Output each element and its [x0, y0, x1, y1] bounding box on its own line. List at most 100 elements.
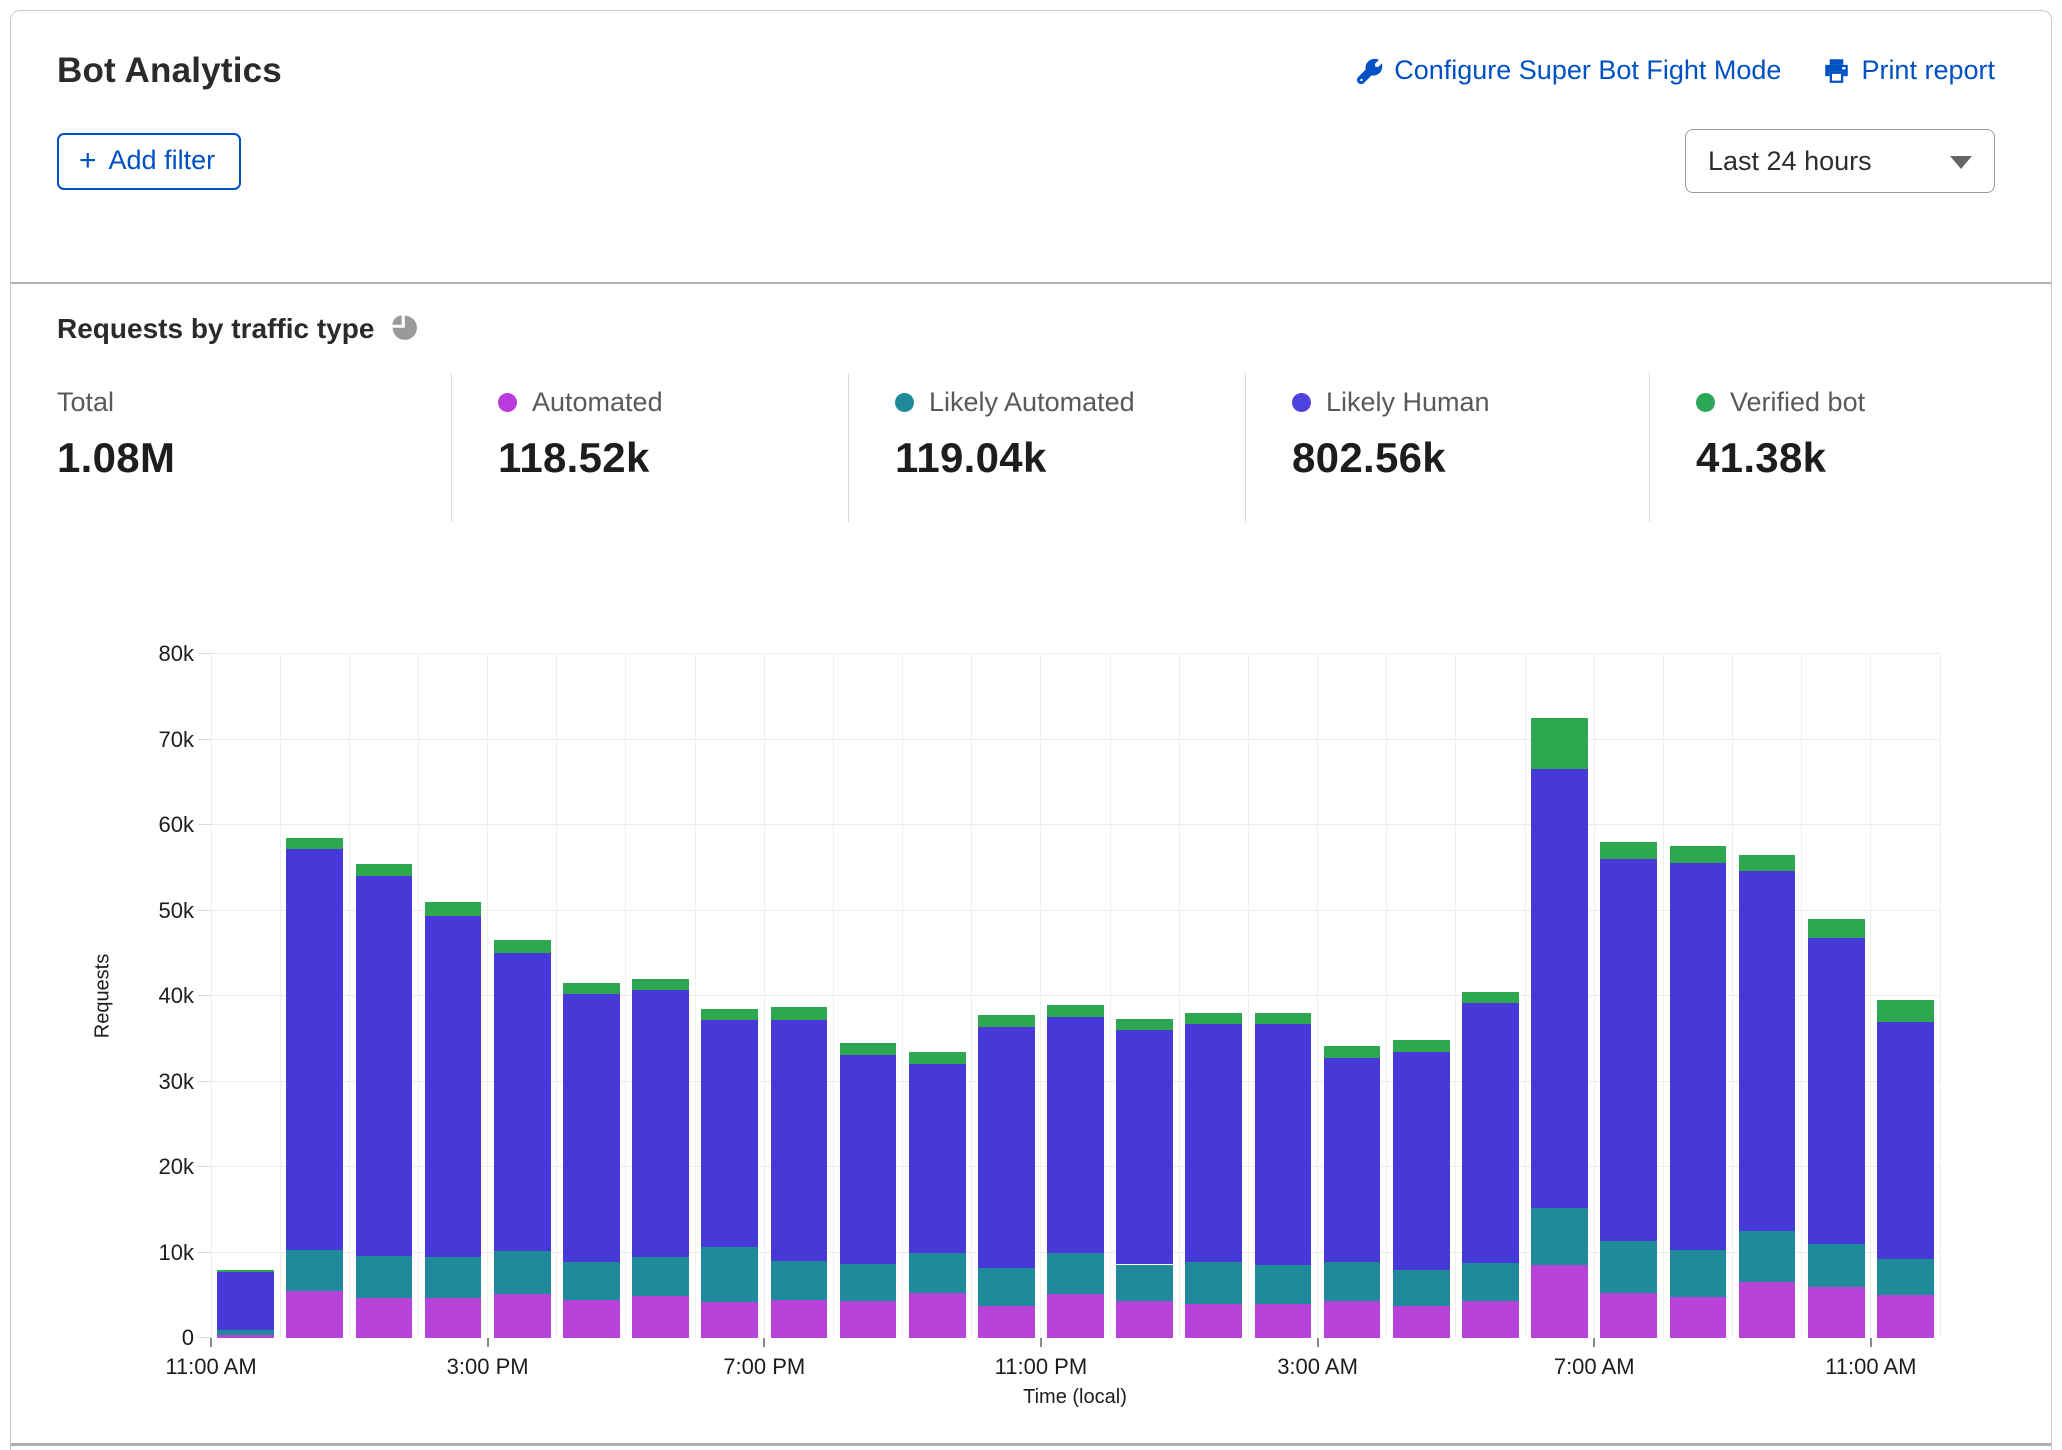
add-filter-button[interactable]: + Add filter [57, 133, 241, 190]
bar-segment-likely-automated [909, 1253, 966, 1293]
vertical-gridline [625, 654, 626, 1338]
bar-segment-likely-automated [425, 1257, 482, 1298]
bar-segment-likely-automated [1047, 1253, 1104, 1295]
bar-segment-automated [1877, 1295, 1934, 1338]
vertical-gridline [1594, 654, 1595, 1338]
bar-segment-verified-bot [494, 940, 551, 953]
bar-segment-automated [1047, 1294, 1104, 1338]
x-tick-mark [1040, 1338, 1042, 1347]
bar-segment-likely-automated [1462, 1263, 1519, 1301]
bar-segment-automated [771, 1300, 828, 1338]
bar-segment-likely-human [425, 916, 482, 1257]
filter-row: + Add filter Last 24 hours [57, 129, 1995, 193]
bar-segment-verified-bot [1531, 718, 1588, 769]
x-tick-label: 11:00 AM [1825, 1354, 1916, 1380]
bar-segment-verified-bot [840, 1043, 897, 1055]
bar-segment-verified-bot [217, 1270, 274, 1273]
bar-segment-likely-automated [1116, 1265, 1173, 1302]
bar-segment-likely-automated [632, 1257, 689, 1296]
bar-segment-automated [1808, 1287, 1865, 1338]
bar-segment-automated [1462, 1301, 1519, 1338]
bar-segment-verified-bot [1047, 1005, 1104, 1018]
likely-human-legend-dot [1292, 393, 1311, 412]
y-tick-mark [198, 1252, 211, 1253]
header-divider [11, 282, 2051, 284]
vertical-gridline [349, 654, 350, 1338]
bar-segment-likely-human [632, 990, 689, 1257]
bar-segment-automated [1670, 1297, 1727, 1338]
vertical-gridline [418, 654, 419, 1338]
bar-segment-verified-bot [286, 838, 343, 849]
stat-total: Total 1.08M [57, 373, 451, 522]
bar-segment-verified-bot [978, 1015, 1035, 1027]
stat-likely-automated: Likely Automated 119.04k [848, 373, 1245, 522]
configure-super-bot-fight-mode-link[interactable]: Configure Super Bot Fight Mode [1357, 55, 1781, 86]
bar-segment-likely-automated [1531, 1208, 1588, 1265]
y-tick-label: 0 [182, 1325, 194, 1351]
vertical-gridline [833, 654, 834, 1338]
bar-segment-likely-human [286, 849, 343, 1250]
pie-chart-icon [388, 311, 419, 347]
bot-analytics-card: Bot Analytics Configure Super Bot Fight … [10, 10, 2052, 1450]
bar-segment-likely-human [1324, 1058, 1381, 1262]
bar-segment-likely-automated [563, 1262, 620, 1300]
y-tick-mark [198, 995, 211, 996]
bar-segment-likely-automated [1808, 1244, 1865, 1287]
bar-segment-verified-bot [1393, 1040, 1450, 1052]
vertical-gridline [695, 654, 696, 1338]
bar-segment-verified-bot [563, 983, 620, 994]
bar-segment-automated [1393, 1306, 1450, 1338]
y-tick-label: 70k [159, 727, 194, 753]
bar-segment-verified-bot [909, 1052, 966, 1064]
bar-segment-automated [1531, 1265, 1588, 1338]
bar-segment-verified-bot [1670, 846, 1727, 863]
y-tick-mark [198, 739, 211, 740]
bar-segment-likely-human [563, 994, 620, 1262]
y-tick-mark [198, 1166, 211, 1167]
bar-segment-automated [563, 1300, 620, 1338]
time-range-select[interactable]: Last 24 hours [1685, 129, 1995, 193]
bar-segment-verified-bot [701, 1009, 758, 1020]
bar-segment-verified-bot [1255, 1013, 1312, 1024]
requests-by-traffic-type-chart: 010k20k30k40k50k60k70k80k11:00 AM3:00 PM… [211, 654, 1940, 1338]
bar-segment-likely-human [1600, 859, 1657, 1241]
vertical-gridline [1110, 654, 1111, 1338]
bar-segment-automated [701, 1302, 758, 1338]
bar-segment-likely-automated [840, 1264, 897, 1302]
x-tick-mark [1593, 1338, 1595, 1347]
vertical-gridline [280, 654, 281, 1338]
bar-segment-likely-human [356, 876, 413, 1256]
bar-segment-automated [978, 1306, 1035, 1338]
bar-segment-verified-bot [1116, 1019, 1173, 1030]
stat-likely-automated-label: Likely Automated [929, 387, 1135, 418]
stat-total-value: 1.08M [57, 434, 451, 482]
vertical-gridline [1525, 654, 1526, 1338]
y-tick-label: 30k [159, 1069, 194, 1095]
bar-segment-likely-automated [356, 1256, 413, 1298]
bar-segment-automated [217, 1335, 274, 1338]
bar-segment-verified-bot [1185, 1013, 1242, 1024]
vertical-gridline [1801, 654, 1802, 1338]
print-report-link[interactable]: Print report [1823, 55, 1995, 86]
configure-link-label: Configure Super Bot Fight Mode [1394, 55, 1781, 86]
bar-segment-likely-automated [1393, 1270, 1450, 1306]
vertical-gridline [902, 654, 903, 1338]
page-title: Bot Analytics [57, 51, 282, 91]
bar-segment-likely-automated [771, 1261, 828, 1300]
print-link-label: Print report [1861, 55, 1995, 86]
bar-segment-verified-bot [1808, 919, 1865, 938]
y-tick-label: 40k [159, 983, 194, 1009]
vertical-gridline [487, 654, 488, 1338]
x-tick-label: 7:00 AM [1554, 1354, 1635, 1380]
y-tick-label: 10k [159, 1240, 194, 1266]
bar-segment-likely-human [1877, 1022, 1934, 1259]
next-section-divider [11, 1443, 2051, 1446]
vertical-gridline [1040, 654, 1041, 1338]
y-tick-mark [198, 653, 211, 654]
header: Bot Analytics Configure Super Bot Fight … [57, 51, 1995, 91]
bar-segment-automated [286, 1291, 343, 1338]
bar-segment-verified-bot [356, 864, 413, 877]
vertical-gridline [1317, 654, 1318, 1338]
bar-segment-likely-human [1531, 769, 1588, 1208]
bar-segment-automated [1739, 1282, 1796, 1338]
